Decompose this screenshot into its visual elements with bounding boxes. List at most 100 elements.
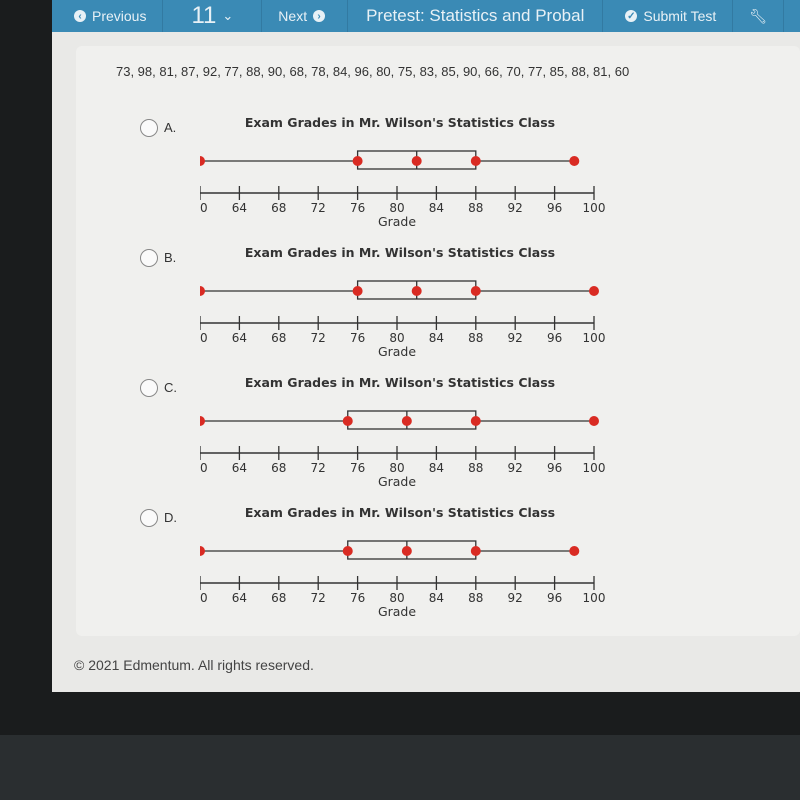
browser-screen: ‹ Previous 11 ⌄ Next › Pretest: Statisti… bbox=[52, 0, 800, 692]
x-tick-label: 88 bbox=[468, 201, 483, 215]
x-tick-label: 84 bbox=[429, 461, 444, 475]
chart-title: Exam Grades in Mr. Wilson's Statistics C… bbox=[245, 115, 555, 130]
x-tick-label: 80 bbox=[389, 591, 404, 605]
q1-point bbox=[352, 156, 363, 166]
x-tick-label: 76 bbox=[350, 201, 365, 215]
x-axis-label: Grade bbox=[378, 344, 416, 359]
q3-point bbox=[470, 546, 481, 556]
x-tick-label: 76 bbox=[350, 591, 365, 605]
max-point bbox=[589, 416, 599, 426]
option-letter: C. bbox=[164, 380, 177, 395]
x-tick-label: 68 bbox=[271, 331, 286, 345]
q3-point bbox=[470, 156, 481, 166]
q3-point bbox=[470, 416, 481, 426]
x-tick-label: 80 bbox=[389, 201, 404, 215]
x-tick-label: 72 bbox=[311, 461, 326, 475]
median-point bbox=[401, 416, 412, 426]
max-point bbox=[569, 546, 580, 556]
min-point bbox=[200, 156, 205, 166]
chart-title: Exam Grades in Mr. Wilson's Statistics C… bbox=[245, 245, 555, 260]
next-button[interactable]: Next › bbox=[262, 0, 349, 32]
x-tick-label: 84 bbox=[429, 201, 444, 215]
x-tick-label: 92 bbox=[508, 591, 523, 605]
x-tick-label: 100 bbox=[583, 201, 606, 215]
min-point bbox=[200, 546, 205, 556]
x-tick-label: 100 bbox=[583, 461, 606, 475]
arrow-left-icon: ‹ bbox=[74, 10, 86, 22]
x-tick-label: 80 bbox=[389, 331, 404, 345]
iqr-box bbox=[347, 410, 477, 430]
radio-button[interactable] bbox=[140, 249, 158, 267]
x-tick-label: 76 bbox=[350, 331, 365, 345]
x-tick-label: 60 bbox=[200, 591, 208, 605]
q1-point bbox=[342, 416, 353, 426]
boxplot-chart-c: Exam Grades in Mr. Wilson's Statistics C… bbox=[200, 375, 606, 489]
option-letter: A. bbox=[164, 120, 177, 135]
median-point bbox=[411, 286, 422, 296]
previous-label: Previous bbox=[92, 8, 147, 24]
x-tick-label: 84 bbox=[429, 591, 444, 605]
min-point bbox=[200, 416, 205, 426]
x-tick-label: 96 bbox=[547, 461, 562, 475]
next-label: Next bbox=[278, 8, 308, 24]
x-tick-label: 72 bbox=[311, 201, 326, 215]
x-tick-label: 64 bbox=[232, 591, 247, 605]
x-tick-label: 80 bbox=[389, 461, 404, 475]
x-tick-label: 64 bbox=[232, 201, 247, 215]
boxplot-chart-b: Exam Grades in Mr. Wilson's Statistics C… bbox=[200, 245, 606, 359]
copyright-footer: © 2021 Edmentum. All rights reserved. bbox=[74, 657, 314, 673]
max-point bbox=[569, 156, 580, 166]
x-tick-label: 68 bbox=[271, 201, 286, 215]
arrow-right-icon: › bbox=[313, 10, 326, 22]
chart-title: Exam Grades in Mr. Wilson's Statistics C… bbox=[245, 505, 555, 520]
x-tick-label: 72 bbox=[311, 591, 326, 605]
x-tick-label: 96 bbox=[547, 331, 562, 345]
x-axis-label: Grade bbox=[378, 214, 416, 229]
x-tick-label: 72 bbox=[311, 331, 326, 345]
radio-button[interactable] bbox=[140, 509, 158, 527]
question-number: 11 bbox=[191, 2, 217, 29]
chart-title: Exam Grades in Mr. Wilson's Statistics C… bbox=[245, 375, 555, 390]
monitor-bezel bbox=[0, 735, 800, 800]
test-title: Pretest: Statistics and Probal bbox=[348, 0, 604, 32]
x-tick-label: 88 bbox=[468, 461, 483, 475]
x-tick-label: 100 bbox=[583, 591, 606, 605]
radio-button[interactable] bbox=[140, 119, 158, 137]
q1-point bbox=[342, 546, 353, 556]
previous-button[interactable]: ‹ Previous bbox=[52, 0, 164, 32]
submit-test-button[interactable]: ✓ Submit Test bbox=[603, 0, 734, 32]
radio-button[interactable] bbox=[140, 379, 158, 397]
median-point bbox=[401, 546, 412, 556]
q3-point bbox=[470, 286, 481, 296]
tools-button[interactable]: 🔧︎ bbox=[733, 0, 785, 32]
max-point bbox=[589, 286, 599, 296]
x-tick-label: 92 bbox=[508, 461, 523, 475]
x-tick-label: 84 bbox=[429, 331, 444, 345]
check-icon: ✓ bbox=[625, 10, 638, 22]
x-tick-label: 76 bbox=[350, 461, 365, 475]
x-tick-label: 92 bbox=[508, 201, 523, 215]
x-tick-label: 60 bbox=[200, 461, 208, 475]
x-tick-label: 64 bbox=[232, 461, 247, 475]
x-tick-label: 96 bbox=[547, 201, 562, 215]
chevron-down-icon: ⌄ bbox=[222, 8, 234, 23]
x-axis-label: Grade bbox=[378, 604, 416, 619]
submit-label: Submit Test bbox=[643, 8, 717, 24]
boxplot-chart-a: Exam Grades in Mr. Wilson's Statistics C… bbox=[200, 115, 606, 229]
x-tick-label: 68 bbox=[271, 591, 286, 605]
x-tick-label: 88 bbox=[468, 591, 483, 605]
wrench-icon: 🔧︎ bbox=[749, 7, 768, 24]
boxplot-chart-d: Exam Grades in Mr. Wilson's Statistics C… bbox=[200, 505, 606, 619]
x-tick-label: 64 bbox=[232, 331, 247, 345]
x-axis-label: Grade bbox=[378, 474, 416, 489]
q1-point bbox=[352, 286, 363, 296]
x-tick-label: 68 bbox=[271, 461, 286, 475]
option-letter: D. bbox=[164, 510, 177, 525]
x-tick-label: 96 bbox=[547, 591, 562, 605]
x-tick-label: 60 bbox=[200, 201, 208, 215]
question-number-dropdown[interactable]: 11 ⌄ bbox=[163, 0, 263, 32]
x-tick-label: 88 bbox=[468, 331, 483, 345]
iqr-box bbox=[347, 540, 477, 560]
x-tick-label: 100 bbox=[583, 331, 606, 345]
x-tick-label: 92 bbox=[508, 331, 523, 345]
